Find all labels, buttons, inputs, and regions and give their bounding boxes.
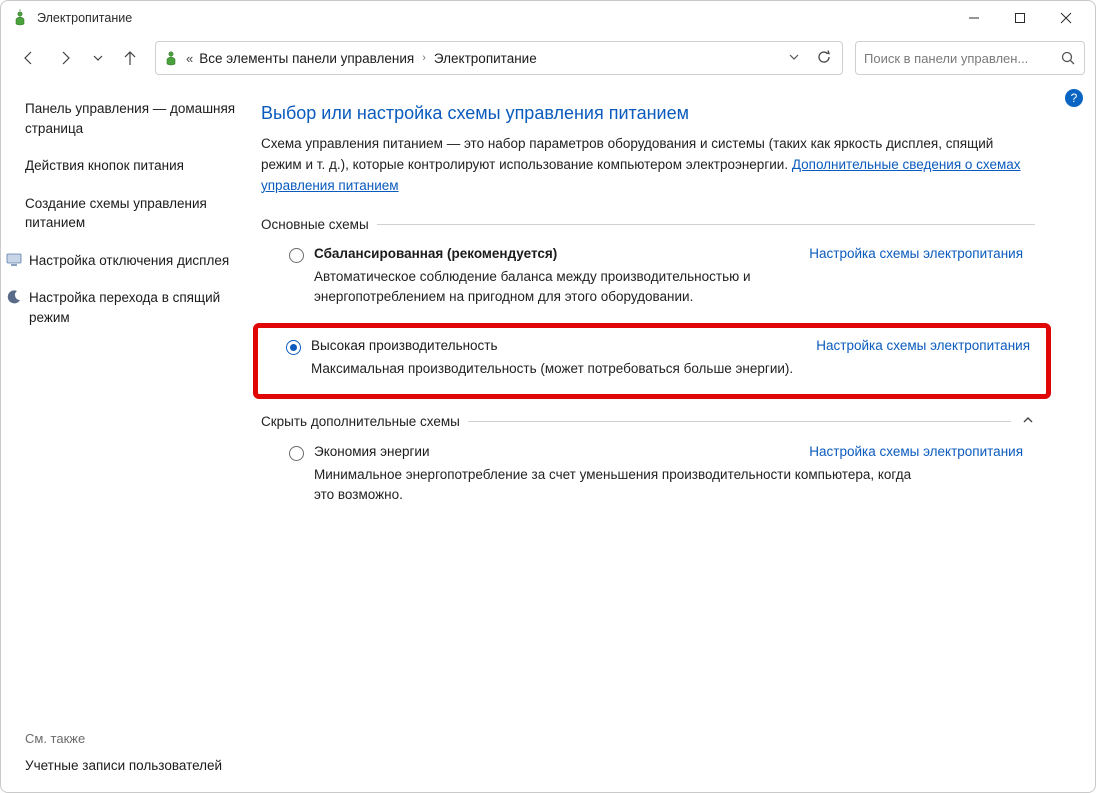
app-icon (11, 9, 29, 27)
moon-icon (5, 288, 23, 306)
see-also-heading: См. также (25, 731, 241, 746)
radio-balanced[interactable] (289, 248, 304, 263)
help-button[interactable]: ? (1065, 89, 1083, 107)
plan-balanced: Сбалансированная (рекомендуется) Настрой… (261, 240, 1035, 318)
sidebar-item-user-accounts[interactable]: Учетные записи пользователей (25, 756, 241, 776)
radio-high-performance[interactable] (286, 340, 301, 355)
refresh-button[interactable] (812, 49, 836, 68)
content: Выбор или настройка схемы управления пит… (251, 81, 1095, 792)
chevron-right-icon: › (420, 52, 428, 64)
search-box[interactable] (855, 41, 1085, 75)
plan-power-saver: Экономия энергии Настройка схемы электро… (261, 438, 1035, 516)
page-title: Выбор или настройка схемы управления пит… (261, 103, 1035, 124)
plan-desc: Автоматическое соблюдение баланса между … (314, 267, 874, 308)
address-bar[interactable]: « Все элементы панели управления › Элект… (155, 41, 843, 75)
radio-power-saver[interactable] (289, 446, 304, 461)
back-button[interactable] (11, 41, 45, 75)
maximize-button[interactable] (997, 1, 1043, 35)
change-plan-link[interactable]: Настройка схемы электропитания (816, 338, 1030, 353)
section-preferred-plans: Основные схемы (261, 217, 1035, 232)
breadcrumb-level1[interactable]: Все элементы панели управления (199, 51, 414, 66)
forward-button[interactable] (49, 41, 83, 75)
chevron-up-icon (1021, 413, 1035, 430)
search-input[interactable] (864, 51, 1060, 66)
breadcrumb-level2[interactable]: Электропитание (434, 51, 537, 66)
section-hide-additional[interactable]: Скрыть дополнительные схемы (261, 413, 1035, 430)
sidebar-item-button-actions[interactable]: Действия кнопок питания (25, 156, 241, 176)
sidebar-item-display-off[interactable]: Настройка отключения дисплея (25, 251, 241, 271)
search-icon[interactable] (1060, 50, 1076, 66)
minimize-button[interactable] (951, 1, 997, 35)
page-description: Схема управления питанием — это набор па… (261, 134, 1035, 197)
plan-desc: Максимальная производительность (может п… (311, 359, 871, 379)
plan-desc: Минимальное энергопотребление за счет ум… (314, 465, 934, 506)
highlighted-plan: Высокая производительность Настройка схе… (253, 323, 1051, 398)
window-title: Электропитание (37, 11, 132, 25)
plan-name[interactable]: Экономия энергии (314, 444, 429, 459)
address-dropdown-icon[interactable] (782, 51, 806, 66)
recent-dropdown[interactable] (87, 41, 109, 75)
close-button[interactable] (1043, 1, 1089, 35)
sidebar-item-home[interactable]: Панель управления — домашняя страница (25, 99, 241, 138)
navbar: « Все элементы панели управления › Элект… (1, 35, 1095, 81)
address-icon (162, 49, 180, 67)
sidebar: Панель управления — домашняя страница Де… (1, 81, 251, 792)
change-plan-link[interactable]: Настройка схемы электропитания (809, 444, 1023, 459)
monitor-icon (5, 251, 23, 269)
plan-name[interactable]: Сбалансированная (рекомендуется) (314, 246, 557, 261)
breadcrumb-prefix: « (186, 51, 193, 66)
change-plan-link[interactable]: Настройка схемы электропитания (809, 246, 1023, 261)
sidebar-item-sleep[interactable]: Настройка перехода в спящий режим (25, 288, 241, 327)
sidebar-item-create-plan[interactable]: Создание схемы управления питанием (25, 194, 241, 233)
up-button[interactable] (113, 41, 147, 75)
titlebar: Электропитание (1, 1, 1095, 35)
plan-name[interactable]: Высокая производительность (311, 338, 498, 353)
